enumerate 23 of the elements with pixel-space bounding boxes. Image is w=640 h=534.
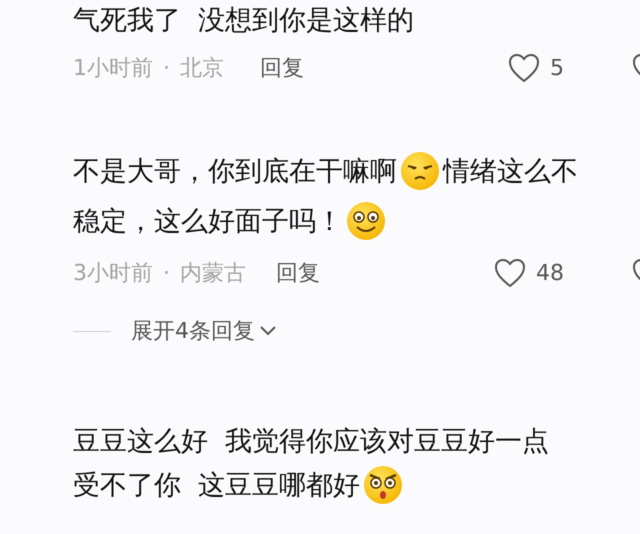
reply-link[interactable]: 回复 [260, 53, 304, 83]
heart-icon[interactable] [494, 258, 526, 288]
heart-icon[interactable] [508, 53, 540, 83]
comment-time: 1小时前 [73, 55, 153, 83]
comment-time: 3小时前 [73, 260, 153, 288]
expand-replies-button[interactable]: 展开4条回复 [131, 316, 277, 346]
comment-location: 内蒙古 [180, 260, 246, 288]
shocked-face-icon [363, 465, 404, 505]
comment-text: 豆豆这么好 我觉得你应该对豆豆好一点 [73, 425, 550, 459]
like-count: 5 [550, 56, 564, 80]
comment-text: 情绪这么不 [443, 155, 578, 189]
comment-text: 气死我了 没想到你是这样的 [73, 4, 414, 38]
comment-text: 不是大哥，你到底在干嘛啊 [73, 155, 397, 189]
chevron-down-icon [259, 325, 277, 337]
like-count: 48 [536, 260, 564, 286]
reply-link[interactable]: 回复 [276, 258, 320, 288]
comment-text: 稳定，这么好面子吗！ [73, 205, 343, 239]
annoyed-face-icon [400, 151, 440, 191]
smiling-face-icon [346, 201, 386, 241]
separator-dot: · [163, 260, 170, 286]
comment-text: 受不了你 这豆豆哪都好 [73, 469, 360, 503]
comment-location: 北京 [180, 55, 224, 83]
separator-dot: · [163, 56, 170, 80]
